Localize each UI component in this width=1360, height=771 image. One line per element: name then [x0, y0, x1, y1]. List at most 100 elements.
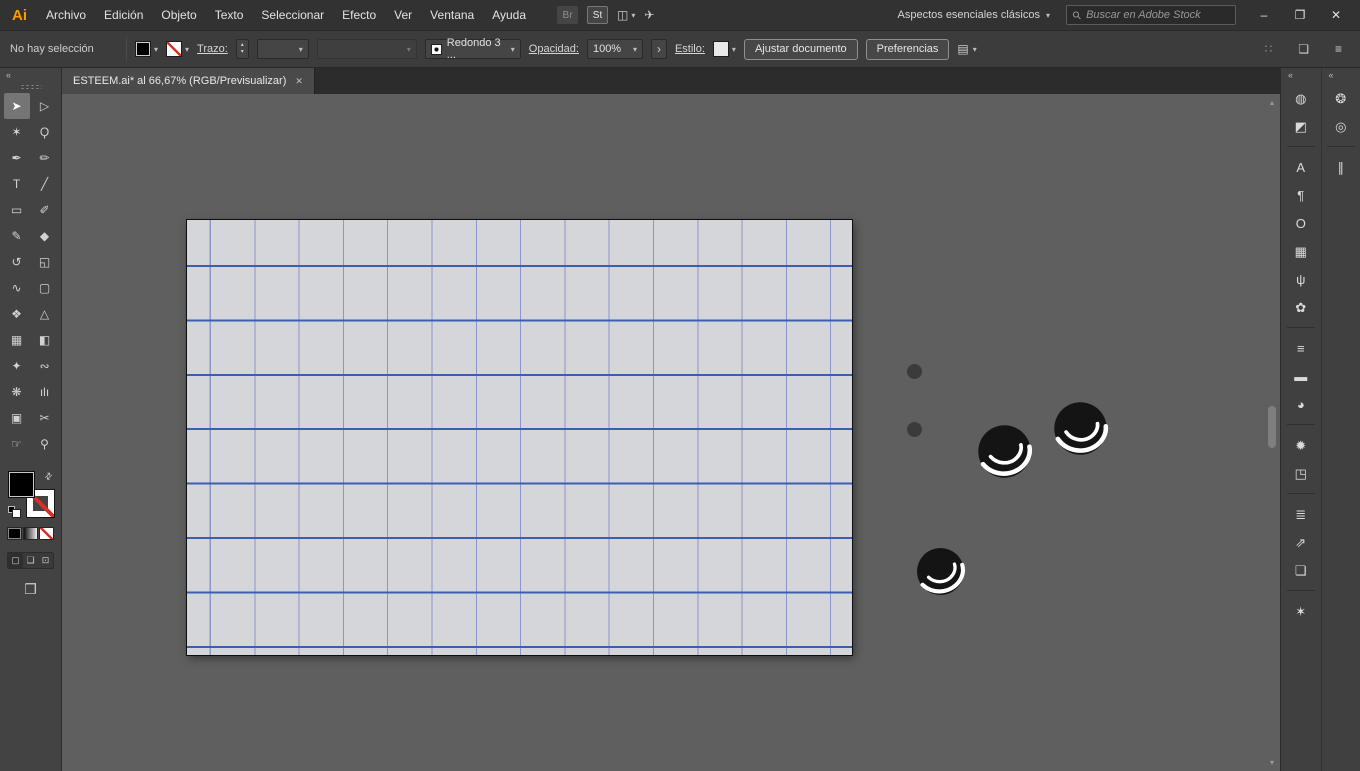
menu-ver[interactable]: Ver	[385, 8, 421, 22]
stock-search[interactable]: ⚲	[1066, 5, 1236, 25]
tool-slice[interactable]: ✂	[32, 405, 58, 431]
menu-seleccionar[interactable]: Seleccionar	[252, 8, 333, 22]
tool-scale[interactable]: ◱	[32, 249, 58, 275]
scroll-up-icon[interactable]: ▴	[1265, 98, 1279, 107]
share-button[interactable]: ✈	[644, 8, 654, 22]
menu-ventana[interactable]: Ventana	[421, 8, 483, 22]
expand-panels-icon[interactable]: «	[1288, 70, 1293, 80]
paragraph-panel-icon[interactable]: ¶	[1288, 183, 1314, 207]
arrange-documents-button[interactable]: ◫ ▾	[617, 8, 635, 22]
tool-zoom[interactable]: ⚲	[32, 431, 58, 457]
gradient-button[interactable]	[23, 527, 38, 540]
menu-efecto[interactable]: Efecto	[333, 8, 385, 22]
color-button[interactable]	[7, 527, 22, 540]
tool-type[interactable]: T	[4, 171, 30, 197]
tool-free-transform[interactable]: ▢	[32, 275, 58, 301]
tool-direct-selection[interactable]: ▷	[32, 93, 58, 119]
draw-behind-button[interactable]: ❏	[23, 553, 38, 568]
tool-width[interactable]: ∿	[4, 275, 30, 301]
menu-texto[interactable]: Texto	[206, 8, 253, 22]
color-panel-icon[interactable]: ◕	[1288, 392, 1314, 416]
export-panel-icon[interactable]: ⇗	[1288, 530, 1314, 554]
bridge-button[interactable]: Br	[557, 6, 578, 24]
layers-panel-icon[interactable]: ≣	[1288, 502, 1314, 526]
screen-mode-button[interactable]: ❐	[24, 581, 37, 598]
style-label[interactable]: Estilo:	[675, 43, 705, 55]
document-tab[interactable]: ESTEEM.ai* al 66,67% (RGB/Previsualizar)…	[62, 68, 315, 94]
workspace-switcher[interactable]: Aspectos esenciales clásicos ▾	[898, 9, 1066, 21]
swirl-logo-shape[interactable]	[1046, 394, 1115, 463]
artboard-grid-artwork[interactable]	[187, 220, 852, 655]
ellipse-shape[interactable]	[907, 422, 922, 437]
swatch-libraries-panel-icon[interactable]: ◎	[1328, 114, 1354, 138]
glyphs-panel-icon[interactable]: ▦	[1288, 239, 1314, 263]
menu-objeto[interactable]: Objeto	[152, 8, 205, 22]
tool-artboard[interactable]: ▣	[4, 405, 30, 431]
tool-column-graph[interactable]: ılı	[32, 379, 58, 405]
align-panel-icon[interactable]: ∥	[1328, 155, 1354, 179]
variables-panel-icon[interactable]: ψ	[1288, 267, 1314, 291]
stroke-weight-label[interactable]: Trazo:	[197, 43, 228, 55]
app-logo[interactable]: Ai	[6, 7, 37, 24]
tool-pen[interactable]: ✒	[4, 145, 30, 171]
tab-close-icon[interactable]: ✕	[295, 76, 303, 87]
color-themes-panel-icon[interactable]: ❂	[1328, 86, 1354, 110]
tool-perspective-grid[interactable]: △	[32, 301, 58, 327]
brush-definition-select[interactable]: Redondo 3 ... ▾	[425, 39, 521, 59]
swatches-panel-icon[interactable]: ▬	[1288, 364, 1314, 388]
minimize-button[interactable]: –	[1246, 0, 1282, 30]
artboards-panel-icon[interactable]: ❏	[1288, 558, 1314, 582]
tool-gradient[interactable]: ◧	[32, 327, 58, 353]
transform-panel-icon[interactable]: ◳	[1288, 461, 1314, 485]
tool-magic-wand[interactable]: ✶	[4, 119, 30, 145]
tool-lasso[interactable]: Ϙ	[32, 119, 58, 145]
opacity-input[interactable]: 100% ▾	[587, 39, 643, 59]
swirl-logo-shape[interactable]	[968, 415, 1041, 488]
default-fill-stroke-icon[interactable]	[8, 506, 20, 516]
tool-shape-builder[interactable]: ❖	[4, 301, 30, 327]
tool-selection[interactable]: ➤	[4, 93, 30, 119]
close-button[interactable]: ✕	[1318, 0, 1354, 30]
stroke-weight-stepper[interactable]: ▴ ▾	[236, 39, 249, 59]
ellipse-shape[interactable]	[907, 364, 922, 379]
tool-curvature[interactable]: ✏	[32, 145, 58, 171]
canvas[interactable]: ▴ ▾	[62, 94, 1280, 771]
menu-ayuda[interactable]: Ayuda	[483, 8, 535, 22]
restore-button[interactable]: ❐	[1282, 0, 1318, 30]
stroke-weight-select[interactable]: ▾	[257, 39, 309, 59]
stroke-panel-icon[interactable]: ≡	[1288, 336, 1314, 360]
fit-document-button[interactable]: Ajustar documento	[744, 39, 858, 60]
tool-mesh[interactable]: ▦	[4, 327, 30, 353]
collapse-tools-icon[interactable]: «	[6, 70, 11, 80]
none-button[interactable]	[39, 527, 54, 540]
stroke-color-picker[interactable]: ▾	[166, 41, 189, 57]
tools-grip[interactable]	[20, 84, 42, 89]
preferences-button[interactable]: Preferencias	[866, 39, 950, 60]
tool-shaper[interactable]: ✎	[4, 223, 30, 249]
expand-panels-icon[interactable]: «	[1329, 70, 1334, 80]
draw-normal-button[interactable]: ▢	[8, 553, 23, 568]
tool-eraser[interactable]: ◆	[32, 223, 58, 249]
opacity-options-button[interactable]: ›	[651, 39, 667, 59]
scroll-down-icon[interactable]: ▾	[1265, 758, 1279, 767]
menu-edicion[interactable]: Edición	[95, 8, 152, 22]
tool-blend[interactable]: ∾	[32, 353, 58, 379]
draw-inside-button[interactable]: ⊡	[38, 553, 53, 568]
swirl-logo-shape[interactable]	[906, 537, 974, 605]
control-bar-menu-button[interactable]: ≡	[1335, 42, 1342, 56]
character-panel-icon[interactable]: A	[1288, 155, 1314, 179]
canvas-vertical-scrollbar[interactable]: ▴ ▾	[1265, 96, 1279, 769]
fill-color-picker[interactable]: ▾	[135, 41, 158, 57]
menu-archivo[interactable]: Archivo	[37, 8, 95, 22]
tool-hand[interactable]: ☞	[4, 431, 30, 457]
tool-line-segment[interactable]: ╱	[32, 171, 58, 197]
tool-rotate[interactable]: ↺	[4, 249, 30, 275]
opacity-label[interactable]: Opacidad:	[529, 43, 579, 55]
document-setup-select[interactable]: ▤ ▾	[957, 42, 976, 56]
tool-symbol-sprayer[interactable]: ❋	[4, 379, 30, 405]
tool-rectangle[interactable]: ▭	[4, 197, 30, 223]
tool-eyedropper[interactable]: ✦	[4, 353, 30, 379]
stock-button[interactable]: St	[587, 6, 608, 24]
fill-swatch[interactable]	[8, 471, 35, 498]
opentype-panel-icon[interactable]: O	[1288, 211, 1314, 235]
